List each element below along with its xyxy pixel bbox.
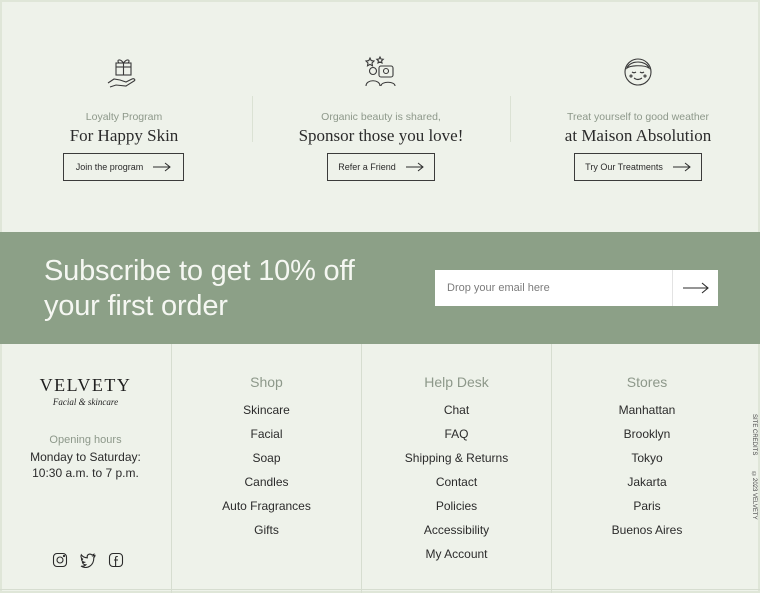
arrow-right-icon <box>153 162 172 172</box>
help-link-contact[interactable]: Contact <box>362 475 551 499</box>
promo-referral: Organic beauty is shared, Sponsor those … <box>256 0 506 232</box>
site-footer: VELVETY Facial & skincare Opening hours … <box>0 344 760 593</box>
promo-headline: For Happy Skin <box>69 126 179 145</box>
stores-column: Stores Manhattan Brooklyn Tokyo Jakarta … <box>552 344 742 593</box>
button-label: Try Our Treatments <box>585 162 663 172</box>
hours-time: 10:30 a.m. to 7 p.m. <box>32 466 139 480</box>
help-desk-title: Help Desk <box>424 374 489 390</box>
face-mask-icon <box>620 54 656 90</box>
shop-link-skincare[interactable]: Skincare <box>172 403 361 427</box>
refer-friend-button[interactable]: Refer a Friend <box>327 153 435 181</box>
stores-title: Stores <box>626 374 668 390</box>
bottom-divider <box>0 589 760 590</box>
shop-link-candles[interactable]: Candles <box>172 475 361 499</box>
store-link-brooklyn[interactable]: Brooklyn <box>552 427 742 451</box>
brand-column: VELVETY Facial & skincare Opening hours … <box>0 344 172 593</box>
arrow-right-icon <box>672 162 691 172</box>
facebook-icon[interactable] <box>108 552 124 568</box>
site-credits-link[interactable]: SITE CREDITS <box>745 414 757 455</box>
shop-links: Skincare Facial Soap Candles Auto Fragra… <box>172 403 361 547</box>
subscribe-submit-button[interactable] <box>672 270 718 306</box>
promo-kicker: Organic beauty is shared, <box>321 111 441 123</box>
twitter-icon[interactable] <box>80 552 96 568</box>
arrow-right-icon <box>405 162 424 172</box>
stores-links: Manhattan Brooklyn Tokyo Jakarta Paris B… <box>552 403 742 547</box>
promo-headline: at Maison Absolution <box>564 126 712 145</box>
side-meta: SITE CREDITS ©2023 VELVETY <box>744 344 758 593</box>
help-link-policies[interactable]: Policies <box>362 499 551 523</box>
help-link-accessibility[interactable]: Accessibility <box>362 523 551 547</box>
brand-logo[interactable]: VELVETY <box>0 375 171 396</box>
store-link-jakarta[interactable]: Jakarta <box>552 475 742 499</box>
promo-headline: Sponsor those you love! <box>298 126 464 145</box>
arrow-right-icon <box>682 282 709 294</box>
subscribe-band: Subscribe to get 10% off your first orde… <box>0 232 760 344</box>
shop-column: Shop Skincare Facial Soap Candles Auto F… <box>172 344 362 593</box>
store-link-paris[interactable]: Paris <box>552 499 742 523</box>
shop-link-gifts[interactable]: Gifts <box>172 523 361 547</box>
help-desk-links: Chat FAQ Shipping & Returns Contact Poli… <box>362 403 551 571</box>
opening-hours: Monday to Saturday: 10:30 a.m. to 7 p.m. <box>0 449 171 481</box>
friends-stars-icon <box>363 54 399 90</box>
opening-hours-label: Opening hours <box>49 434 122 446</box>
divider <box>510 96 511 142</box>
store-link-manhattan[interactable]: Manhattan <box>552 403 742 427</box>
store-link-buenos-aires[interactable]: Buenos Aires <box>552 523 742 547</box>
promo-treatments: Treat yourself to good weather at Maison… <box>513 0 760 232</box>
brand-tagline: Facial & skincare <box>52 397 119 407</box>
email-input[interactable] <box>435 270 672 306</box>
help-link-chat[interactable]: Chat <box>362 403 551 427</box>
help-link-faq[interactable]: FAQ <box>362 427 551 451</box>
gift-hand-icon <box>106 54 142 90</box>
button-label: Join the program <box>75 162 144 172</box>
join-program-button[interactable]: Join the program <box>63 153 184 181</box>
promo-kicker: Loyalty Program <box>85 111 163 123</box>
subscribe-title-line1: Subscribe to get 10% off <box>44 255 355 287</box>
subscribe-title-line2: your first order <box>44 290 228 322</box>
shop-link-auto-fragrances[interactable]: Auto Fragrances <box>172 499 361 523</box>
store-link-tokyo[interactable]: Tokyo <box>552 451 742 475</box>
shop-link-soap[interactable]: Soap <box>172 451 361 475</box>
shop-link-facial[interactable]: Facial <box>172 427 361 451</box>
shop-title: Shop <box>250 374 283 390</box>
promo-kicker: Treat yourself to good weather <box>566 111 710 123</box>
help-desk-column: Help Desk Chat FAQ Shipping & Returns Co… <box>362 344 552 593</box>
help-link-shipping-returns[interactable]: Shipping & Returns <box>362 451 551 475</box>
subscribe-title: Subscribe to get 10% off your first orde… <box>44 254 404 324</box>
promo-loyalty: Loyalty Program For Happy Skin Join the … <box>0 0 249 232</box>
promo-section: Loyalty Program For Happy Skin Join the … <box>0 0 760 232</box>
social-links <box>52 552 124 568</box>
copyright-text: ©2023 VELVETY <box>751 472 757 520</box>
button-label: Refer a Friend <box>338 162 396 172</box>
instagram-icon[interactable] <box>52 552 68 568</box>
help-link-my-account[interactable]: My Account <box>362 547 551 571</box>
divider <box>252 96 253 142</box>
try-treatments-button[interactable]: Try Our Treatments <box>574 153 702 181</box>
hours-days: Monday to Saturday: <box>30 450 141 464</box>
